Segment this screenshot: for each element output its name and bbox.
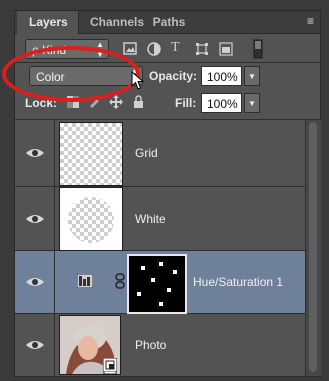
layer-thumbnail <box>59 122 123 186</box>
layer-row-photo[interactable]: Photo <box>15 314 305 376</box>
fill-dropdown-button[interactable]: ▼ <box>244 93 260 113</box>
opacity-field[interactable]: 100% <box>201 66 242 86</box>
mouse-cursor-icon <box>131 71 145 90</box>
layer-row-white[interactable]: White <box>15 187 305 251</box>
layer-row-grid[interactable]: Grid <box>15 120 305 187</box>
lock-position-icon[interactable] <box>109 95 123 109</box>
tab-channels[interactable]: Channels <box>81 11 153 33</box>
tab-paths[interactable]: Paths <box>147 11 191 33</box>
layer-thumbnail <box>59 187 123 251</box>
opacity-label: Opacity: <box>149 69 198 83</box>
fill-field[interactable]: 100% <box>201 93 242 113</box>
filter-toggle-icon[interactable] <box>253 39 263 59</box>
link-icon[interactable] <box>115 273 125 289</box>
fill-label: Fill: <box>175 96 197 110</box>
eye-icon[interactable] <box>25 146 45 160</box>
adjustment-filter-icon[interactable] <box>147 42 161 56</box>
layer-name: Grid <box>135 146 158 160</box>
shape-filter-icon[interactable] <box>195 42 209 56</box>
layer-row-hue-saturation[interactable]: Hue/Saturation 1 <box>15 251 305 314</box>
opacity-dropdown-button[interactable]: ▼ <box>244 66 260 86</box>
smart-object-filter-icon[interactable] <box>219 42 233 56</box>
layer-mask-thumbnail[interactable] <box>127 254 187 314</box>
adjustment-layer-icon <box>77 274 93 288</box>
scrollbar-thumb[interactable] <box>309 122 317 372</box>
smart-object-badge-icon <box>103 358 117 372</box>
type-filter-icon[interactable]: T <box>171 41 180 55</box>
eye-icon[interactable] <box>25 275 45 289</box>
layers-scrollbar[interactable] <box>305 120 321 376</box>
mask-dots <box>137 262 177 306</box>
layer-name: White <box>135 212 166 226</box>
lock-all-icon[interactable] <box>133 95 144 109</box>
panel-tabs: Layers Channels Paths ≡ <box>15 11 320 34</box>
layer-name: Hue/Saturation 1 <box>193 275 284 289</box>
pixel-filter-icon[interactable] <box>123 42 137 55</box>
highlight-ring <box>2 46 140 102</box>
layer-name: Photo <box>135 338 167 352</box>
checker-circle-icon <box>68 197 114 243</box>
eye-icon[interactable] <box>25 338 45 352</box>
tab-layers[interactable]: Layers <box>17 11 79 34</box>
panel-menu-icon[interactable]: ≡ <box>307 14 314 28</box>
eye-icon[interactable] <box>25 212 45 226</box>
